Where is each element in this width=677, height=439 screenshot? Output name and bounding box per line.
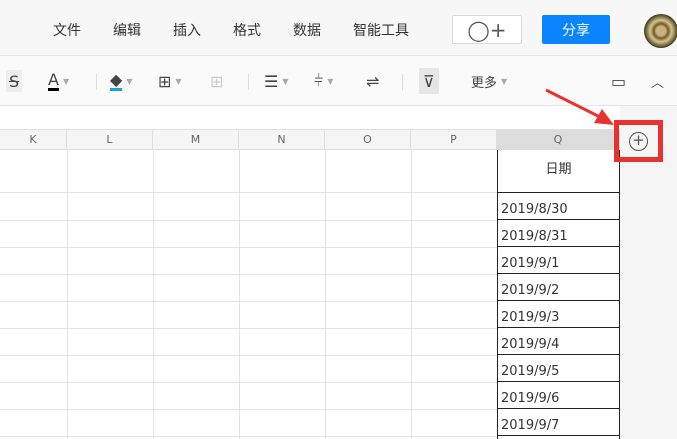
date-cell[interactable]: 2019/9/1 [498, 247, 619, 274]
date-header-cell[interactable]: 日期 [498, 150, 619, 193]
grid-line [153, 150, 154, 439]
annotation-highlight-box: + [614, 120, 663, 162]
menu-smart-tools[interactable]: 智能工具 [353, 20, 409, 40]
column-header-p[interactable]: P [411, 130, 497, 150]
more-button[interactable]: 更多 ▼ [471, 70, 507, 92]
menu-file[interactable]: 文件 [53, 20, 81, 40]
align-icon: ☰ [264, 71, 279, 91]
grid-line [67, 150, 68, 439]
grid-line [0, 409, 497, 410]
menu-data[interactable]: 数据 [293, 20, 321, 40]
border-button[interactable]: ⊞ ▼ [158, 70, 182, 92]
wrap-text-icon[interactable]: ⇌ [366, 70, 379, 92]
grid-line [0, 192, 497, 193]
date-cell[interactable]: 2019/9/4 [498, 328, 619, 355]
grid-line [0, 328, 497, 329]
formula-bar[interactable] [0, 106, 620, 130]
grid-line [0, 247, 497, 248]
font-color-icon: A [48, 69, 59, 91]
fill-color-icon: ◆ [110, 69, 123, 91]
column-header-l[interactable]: L [67, 130, 153, 150]
divider [96, 74, 97, 90]
grid-line [0, 301, 497, 302]
strikethrough-icon[interactable]: S [6, 70, 23, 92]
share-button[interactable]: 分享 [542, 15, 610, 44]
grid-line [239, 150, 240, 439]
vertical-align-button[interactable]: ⫩ ▼ [314, 70, 333, 92]
grid-line [0, 436, 497, 437]
collapse-toolbar-icon[interactable]: ︿ [651, 70, 664, 92]
add-user-icon: ◯+ [467, 17, 507, 42]
fill-color-button[interactable]: ◆ ▼ [110, 70, 132, 92]
grid-line [0, 220, 497, 221]
avatar[interactable] [644, 14, 677, 48]
more-label: 更多 [471, 75, 498, 91]
menu-format[interactable]: 格式 [233, 20, 261, 40]
date-cell[interactable]: 2019/9/3 [498, 301, 619, 328]
date-column: 日期 2019/8/30 2019/8/31 2019/9/1 2019/9/2 201… [497, 150, 620, 439]
merge-cells-icon[interactable]: ⊞ [210, 70, 223, 92]
divider [402, 74, 403, 90]
column-header-k[interactable]: K [0, 130, 67, 150]
date-cell[interactable]: 2019/8/30 [498, 193, 619, 220]
menu-bar: 文件 编辑 插入 格式 数据 智能工具 ◯+ 分享 [0, 0, 677, 56]
annotation-arrow [545, 88, 614, 125]
date-cell[interactable]: 2019/9/6 [498, 382, 619, 409]
border-icon: ⊞ [158, 71, 172, 91]
date-cell[interactable]: 2019/9/7 [498, 409, 619, 436]
grid-line [0, 382, 497, 383]
align-button[interactable]: ☰ ▼ [264, 70, 289, 92]
filter-icon[interactable]: ⊽ [419, 68, 439, 94]
grid-line [411, 150, 412, 439]
add-column-button[interactable]: + [629, 132, 648, 151]
menu-edit[interactable]: 编辑 [113, 20, 141, 40]
column-header-n[interactable]: N [239, 130, 325, 150]
grid-line [325, 150, 326, 439]
date-cell[interactable]: 2019/9/5 [498, 355, 619, 382]
font-color-button[interactable]: A ▼ [48, 70, 69, 92]
date-cell[interactable]: 2019/8/31 [498, 220, 619, 247]
grid-line [0, 355, 497, 356]
grid-line [0, 274, 497, 275]
menu-insert[interactable]: 插入 [173, 20, 201, 40]
divider [248, 74, 249, 90]
invite-collaborator-button[interactable]: ◯+ [452, 15, 522, 44]
column-header-m[interactable]: M [153, 130, 239, 150]
column-header-q[interactable]: Q [497, 130, 620, 150]
vertical-align-icon: ⫩ [314, 71, 324, 90]
column-header-o[interactable]: O [325, 130, 411, 150]
date-cell[interactable]: 2019/9/2 [498, 274, 619, 301]
